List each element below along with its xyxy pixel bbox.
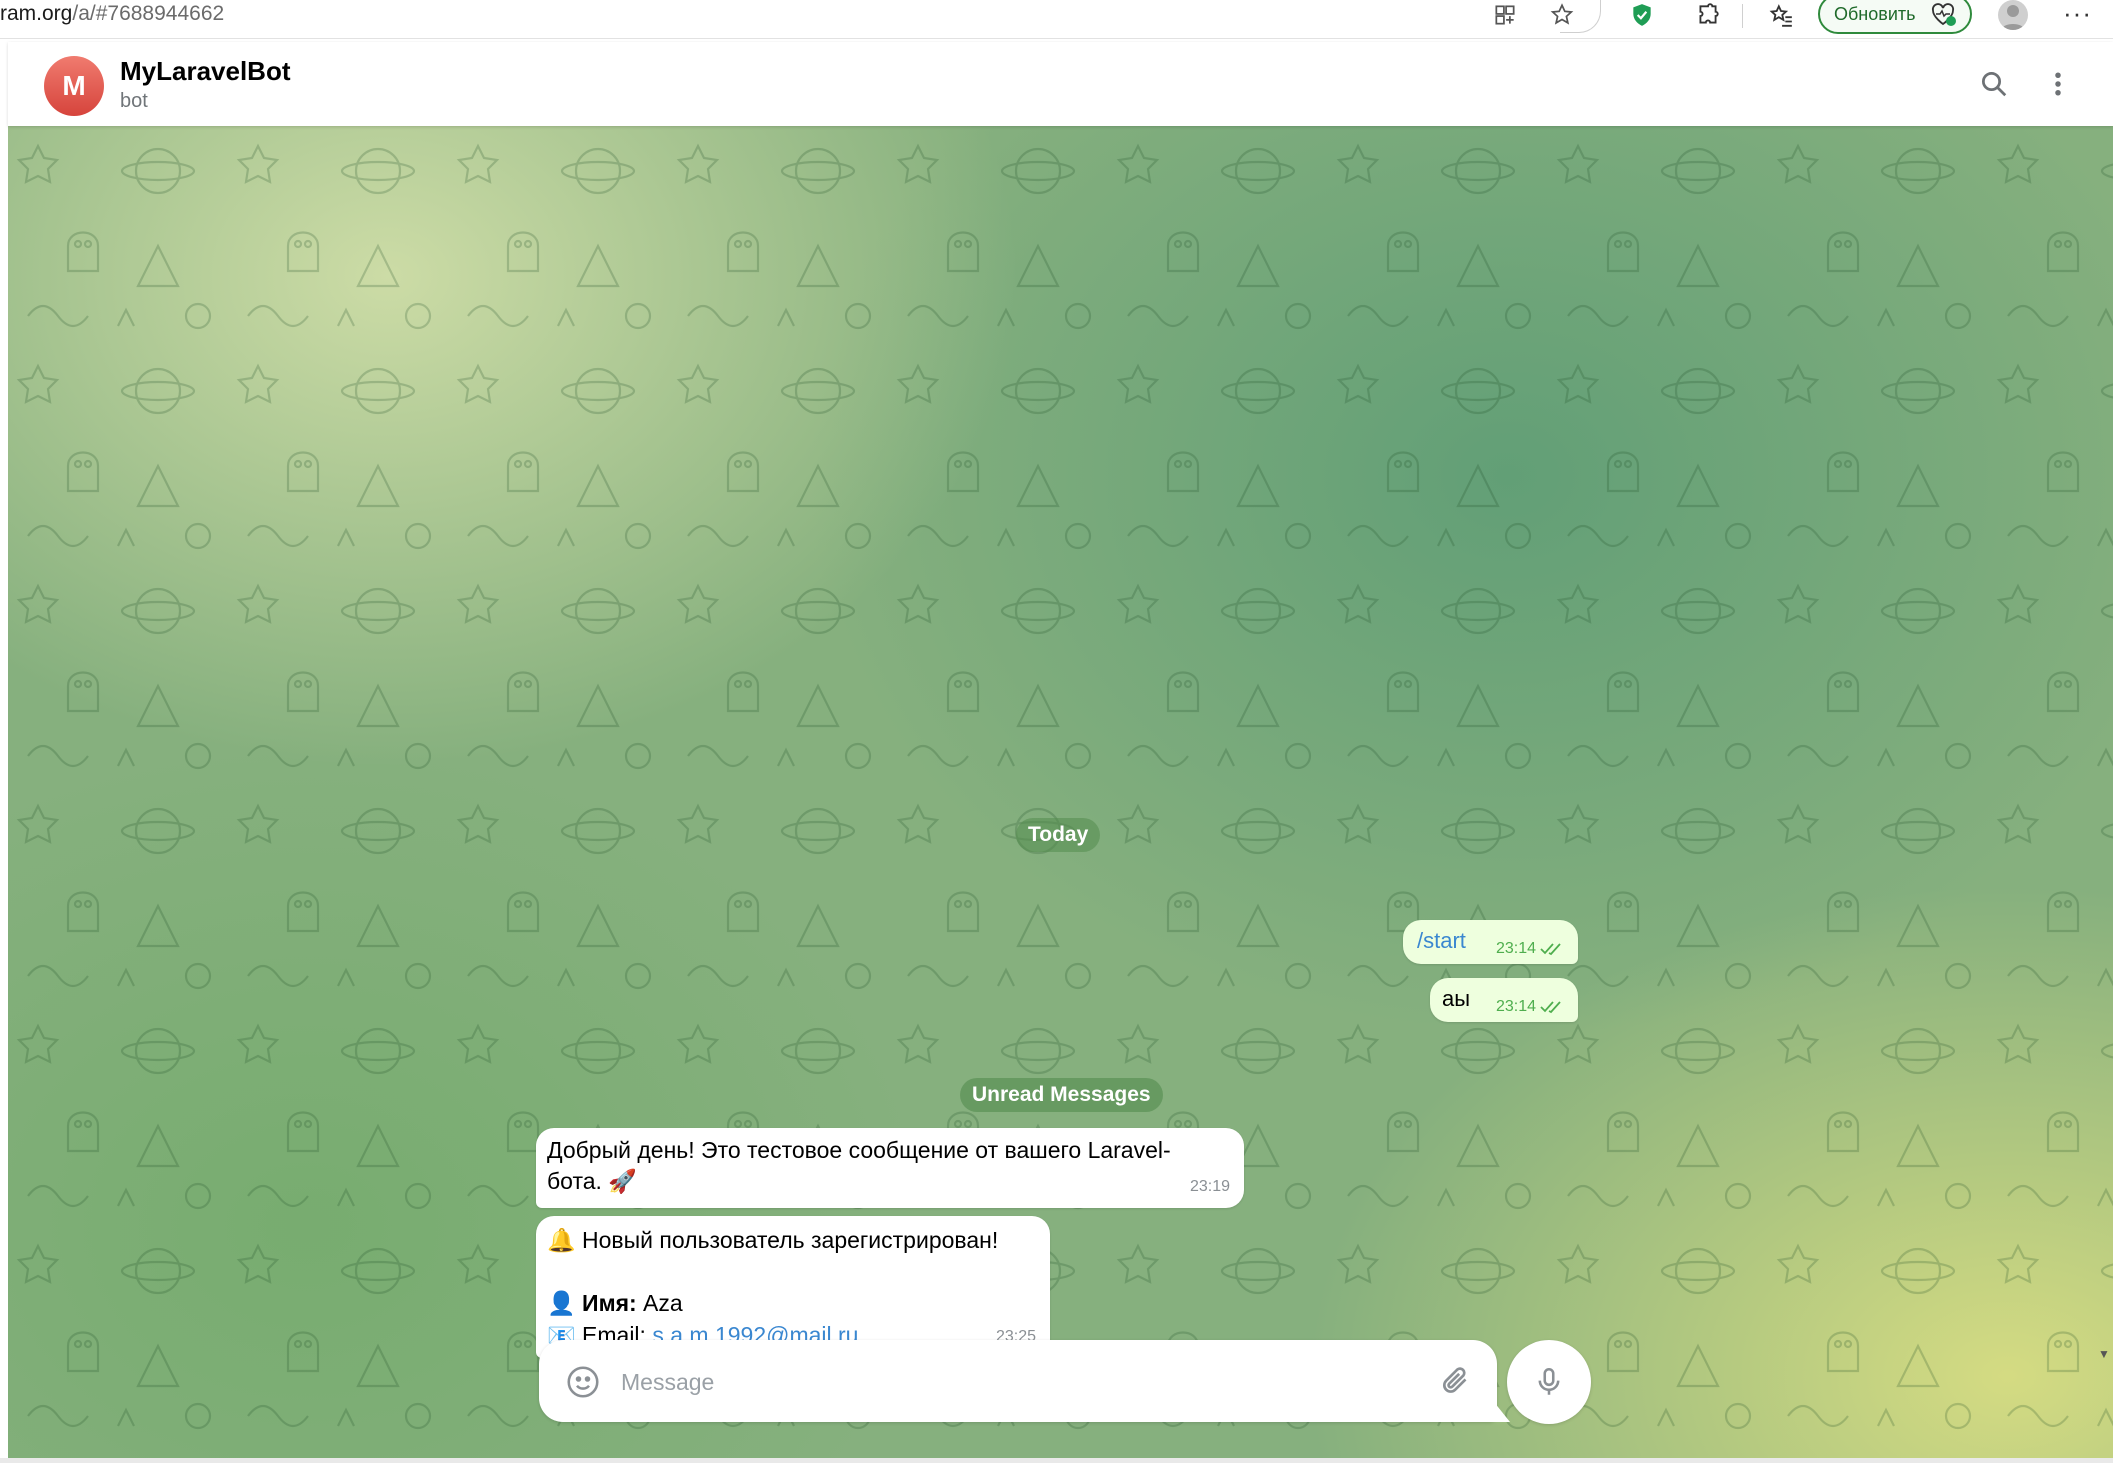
name-label: Имя:	[582, 1290, 637, 1316]
name-value: Aza	[636, 1290, 683, 1316]
message-meta: 23:14	[1496, 998, 1564, 1016]
incoming-message[interactable]: Добрый день! Это тестовое сообщение от в…	[536, 1128, 1244, 1208]
unread-label: Unread Messages	[972, 1083, 1151, 1106]
date-label: Today	[1028, 823, 1089, 846]
outgoing-message[interactable]: аы 23:14	[1430, 978, 1578, 1022]
microphone-icon	[1538, 1367, 1560, 1395]
search-icon[interactable]	[1974, 64, 2014, 104]
background-doodle-pattern	[8, 126, 2113, 1458]
address-bar[interactable]: ram.org/a/#7688944662	[0, 0, 224, 30]
favorites-icon[interactable]	[1764, 0, 1798, 30]
attach-icon[interactable]	[1437, 1362, 1475, 1400]
window-bottom-edge	[0, 1458, 2113, 1463]
double-check-icon	[1540, 1001, 1561, 1014]
chat-header[interactable]: M MyLaravelBot bot	[8, 42, 2113, 126]
message-input[interactable]	[619, 1360, 1363, 1404]
chat-title[interactable]: MyLaravelBot	[120, 56, 291, 87]
outgoing-message[interactable]: /start 23:14	[1403, 920, 1578, 964]
browser-toolbar: ram.org/a/#7688944662 Обновить ···	[0, 0, 2113, 39]
message-text: аы	[1442, 986, 1471, 1011]
message-text[interactable]: /start	[1417, 928, 1466, 954]
unread-separator: Unread Messages	[960, 1078, 1163, 1112]
url-path: /a/#7688944662	[72, 2, 225, 25]
avatar[interactable]: M	[44, 56, 104, 116]
telegram-app: M MyLaravelBot bot Today /start 23:14 аы…	[8, 42, 2113, 1458]
name-prefix: 👤	[547, 1290, 583, 1316]
double-check-icon	[1540, 943, 1561, 956]
heart-badge-icon	[1930, 2, 1958, 33]
message-name-line: 👤 Имя: Aza	[547, 1288, 683, 1319]
more-icon[interactable]: ···	[2063, 0, 2092, 29]
date-separator: Today	[1016, 818, 1101, 852]
update-button[interactable]: Обновить	[1818, 0, 1972, 34]
message-time: 23:14	[1495, 940, 1536, 957]
chat-background	[8, 126, 2113, 1458]
incoming-message[interactable]: 🔔 Новый пользователь зарегистрирован! 👤 …	[536, 1216, 1050, 1358]
chat-subtitle: bot	[120, 90, 148, 112]
url-host: ram.org	[0, 2, 73, 25]
scrollbar-down-arrow[interactable]: ▼	[2098, 1347, 2110, 1361]
message-text-line: Добрый день! Это тестовое сообщение от в…	[547, 1137, 1171, 1163]
star-icon[interactable]	[1545, 0, 1579, 30]
message-time: 23:19	[1189, 1178, 1230, 1195]
update-button-label: Обновить	[1834, 3, 1916, 24]
message-meta: 23:14	[1496, 940, 1564, 958]
toolbar-divider	[1742, 4, 1743, 28]
message-composer	[539, 1340, 1497, 1422]
puzzle-icon[interactable]	[1691, 0, 1725, 30]
message-text-line: бота. 🚀	[547, 1168, 637, 1194]
message-text-line: 🔔 Новый пользователь зарегистрирован!	[547, 1227, 999, 1253]
grid-icon[interactable]	[1488, 0, 1522, 30]
more-options-icon[interactable]	[2038, 64, 2078, 104]
emoji-icon[interactable]	[565, 1364, 601, 1400]
shield-icon[interactable]	[1625, 0, 1659, 30]
message-time: 23:14	[1495, 998, 1536, 1015]
profile-icon[interactable]	[1998, 0, 2028, 30]
microphone-button[interactable]	[1507, 1340, 1591, 1424]
